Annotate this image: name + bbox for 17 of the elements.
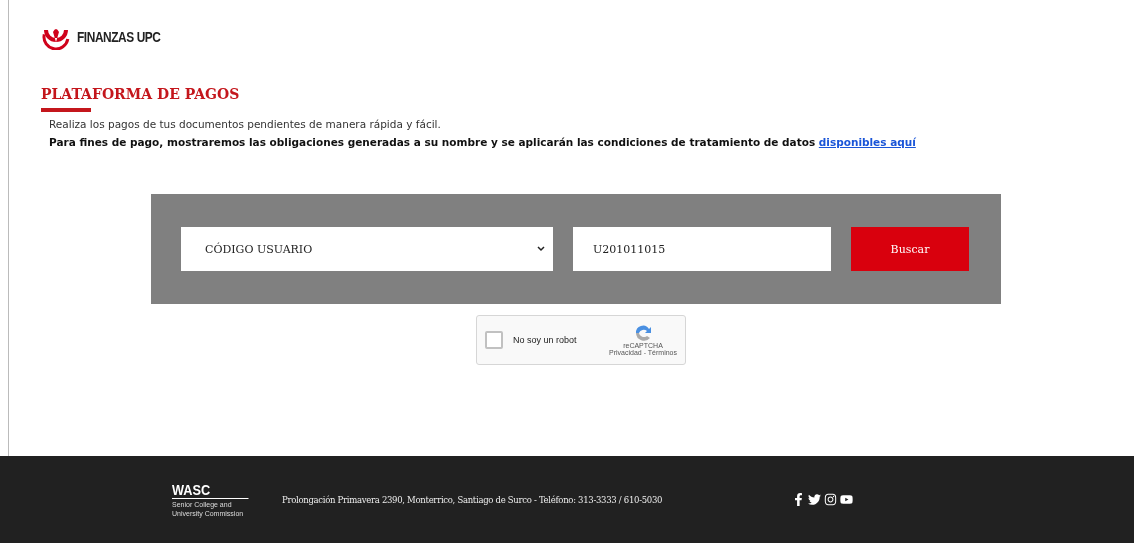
address-text: Prolongación Primavera 2390, Monterrico, Santiago de Surco - Teléfono: 313-3333 / 610-5030 [282, 494, 663, 505]
instagram-icon[interactable] [824, 493, 838, 506]
chevron-icon [537, 246, 545, 252]
captcha-checkbox[interactable] [485, 331, 503, 349]
youtube-icon[interactable] [840, 493, 854, 506]
search-type-select[interactable]: CÓDIGO USUARIO [181, 227, 553, 271]
notice-text: Para fines de pago, mostraremos las obligaciones generadas a su nombre y se aplicarán las condiciones de tratamiento de datos disponibles aquí [49, 136, 917, 148]
code-input[interactable]: U201011015 [573, 227, 831, 271]
page-title: PLATAFORMA DE PAGOS [41, 86, 241, 102]
intro-text: Realiza los pagos de tus documentos pendientes de manera rápida y fácil. [49, 118, 442, 130]
brand-name: FINANZAS UPC [77, 29, 161, 45]
data-policy-link[interactable]: disponibles aquí [818, 136, 916, 148]
recaptcha-icon [633, 324, 653, 342]
search-button[interactable]: Buscar [851, 227, 969, 271]
twitter-icon[interactable] [808, 493, 822, 506]
wasc-logo: WASC [172, 481, 249, 500]
captcha-label: No soy un robot [513, 335, 578, 345]
